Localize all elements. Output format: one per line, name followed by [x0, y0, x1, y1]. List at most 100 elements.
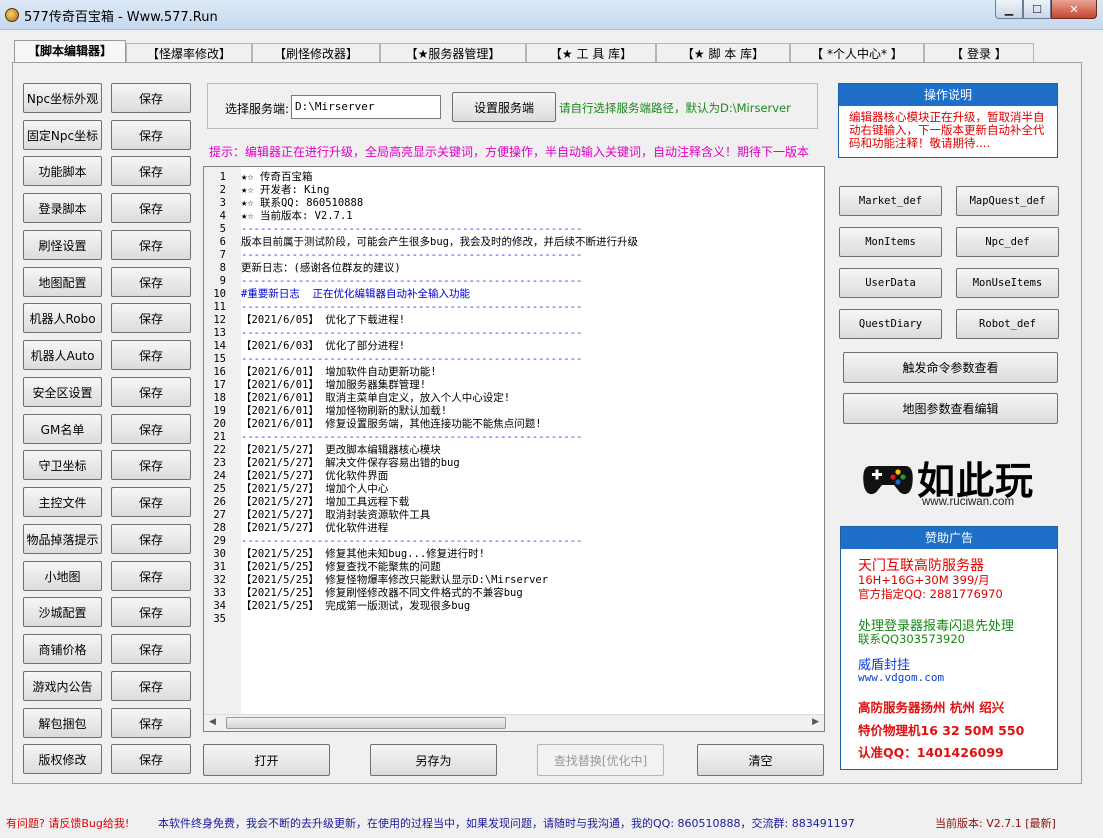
server-path-input[interactable]: D:\Mirserver	[291, 95, 441, 119]
line-number: 5	[219, 223, 226, 235]
ad-line[interactable]: www.vdgom.com	[858, 671, 944, 684]
function-script-button[interactable]: 功能脚本	[23, 156, 102, 186]
save-button[interactable]: 保存	[111, 744, 191, 774]
save-button[interactable]: 保存	[111, 303, 191, 333]
npc-def-button[interactable]: Npc_def	[956, 227, 1059, 257]
maximize-button[interactable]: ☐	[1023, 0, 1051, 19]
tab-drop-rate[interactable]: 【怪爆率修改】	[126, 43, 252, 64]
save-button[interactable]: 保存	[111, 230, 191, 260]
login-script-button[interactable]: 登录脚本	[23, 193, 102, 223]
save-button[interactable]: 保存	[111, 267, 191, 297]
fixed-npc-button[interactable]: 固定Npc坐标	[23, 120, 102, 150]
line-number: 1	[219, 171, 226, 183]
map-params-button[interactable]: 地图参数查看编辑	[843, 393, 1058, 424]
tab-spawn-editor[interactable]: 【刷怪修改器】	[252, 43, 380, 64]
code-line: 【2021/5/27】 解决文件保存容易出错的bug	[241, 457, 460, 469]
save-button[interactable]: 保存	[111, 377, 191, 407]
line-number: 25	[213, 483, 226, 495]
ruciwan-logo: 如此玩 www.ruciwan.com	[862, 448, 1042, 512]
line-number: 28	[213, 522, 226, 534]
code-line: 【2021/6/01】 增加软件自动更新功能!	[241, 366, 437, 378]
open-button[interactable]: 打开	[203, 744, 330, 776]
code-line: ----------------------------------------…	[241, 301, 583, 313]
castle-config-button[interactable]: 沙城配置	[23, 597, 102, 627]
code-area[interactable]: ★☆ 传奇百宝箱 ★☆ 开发者: King ★☆ 联系QQ: 860510888 ★☆…	[241, 167, 824, 715]
save-button[interactable]: 保存	[111, 487, 191, 517]
robot-auto-button[interactable]: 机器人Auto	[23, 340, 102, 370]
copyright-edit-button[interactable]: 版权修改	[23, 744, 102, 774]
mapquest-def-button[interactable]: MapQuest_def	[956, 186, 1059, 216]
robot-def-button[interactable]: Robot_def	[956, 309, 1059, 339]
save-button[interactable]: 保存	[111, 524, 191, 554]
save-button[interactable]: 保存	[111, 340, 191, 370]
scroll-left-icon[interactable]: ◀	[209, 717, 216, 727]
item-drop-hint-button[interactable]: 物品掉落提示	[23, 524, 102, 554]
code-line: 【2021/5/25】 修复其他未知bug...修复进行时!	[241, 548, 485, 560]
tab-login[interactable]: 【 登录 】	[924, 43, 1034, 64]
tab-server-manage[interactable]: 【★服务器管理】	[380, 43, 526, 64]
tab-personal-center[interactable]: 【 *个人中心* 】	[790, 43, 924, 64]
monitems-button[interactable]: MonItems	[839, 227, 942, 257]
clear-button[interactable]: 清空	[697, 744, 824, 776]
scrollbar-thumb[interactable]	[226, 717, 506, 729]
line-number: 12	[213, 314, 226, 326]
gm-list-button[interactable]: GM名单	[23, 414, 102, 444]
userdata-button[interactable]: UserData	[839, 268, 942, 298]
tab-script-editor[interactable]: 【脚本编辑器】	[14, 40, 126, 64]
tab-script-library[interactable]: 【★ 脚 本 库】	[656, 43, 790, 64]
save-button[interactable]: 保存	[111, 156, 191, 186]
questdiary-button[interactable]: QuestDiary	[839, 309, 942, 339]
save-button[interactable]: 保存	[111, 120, 191, 150]
save-button[interactable]: 保存	[111, 83, 191, 113]
line-number: 35	[213, 613, 226, 625]
ad-line[interactable]: 高防服务器扬州 杭州 绍兴	[858, 697, 1004, 716]
trigger-params-button[interactable]: 触发命令参数查看	[843, 352, 1058, 383]
save-button[interactable]: 保存	[111, 597, 191, 627]
save-button[interactable]: 保存	[111, 193, 191, 223]
minimap-button[interactable]: 小地图	[23, 561, 102, 591]
line-number: 4	[219, 210, 226, 222]
line-number: 26	[213, 496, 226, 508]
spawn-settings-button[interactable]: 刷怪设置	[23, 230, 102, 260]
line-number: 15	[213, 353, 226, 365]
code-line: 【2021/5/27】 取消封装资源软件工具	[241, 509, 431, 521]
code-line: ----------------------------------------…	[241, 353, 583, 365]
set-server-button[interactable]: 设置服务端	[452, 92, 556, 122]
find-replace-button: 查找替换[优化中]	[537, 744, 664, 776]
window-title: 577传奇百宝箱 - Www.577.Run	[24, 10, 218, 25]
scroll-right-icon[interactable]: ▶	[812, 717, 819, 727]
save-button[interactable]: 保存	[111, 671, 191, 701]
status-info: 本软件终身免费，我会不断的去升级更新，在使用的过程当中，如果发现问题，请随时与我…	[158, 817, 855, 830]
script-editor[interactable]: 1 2 3 4 5 6 7 8 9 10 11 12 13 14 15 16 17 18 19 20 21 22 23 24 2…	[203, 166, 825, 732]
save-button[interactable]: 保存	[111, 634, 191, 664]
close-button[interactable]: ✕	[1051, 0, 1097, 19]
code-line: 更新日志：(感谢各位群友的建议)	[241, 262, 401, 274]
save-as-button[interactable]: 另存为	[370, 744, 497, 776]
unpack-pack-button[interactable]: 解包捆包	[23, 708, 102, 738]
save-button[interactable]: 保存	[111, 414, 191, 444]
line-number: 27	[213, 509, 226, 521]
code-line: ----------------------------------------…	[241, 223, 583, 235]
line-number: 13	[213, 327, 226, 339]
code-line: 【2021/6/01】 增加服务器集群管理!	[241, 379, 427, 391]
map-config-button[interactable]: 地图配置	[23, 267, 102, 297]
minimize-button[interactable]: ▁	[995, 0, 1023, 19]
save-button[interactable]: 保存	[111, 561, 191, 591]
save-button[interactable]: 保存	[111, 708, 191, 738]
tab-toolbox[interactable]: 【★ 工 具 库】	[526, 43, 656, 64]
shop-price-button[interactable]: 商铺价格	[23, 634, 102, 664]
feedback-link[interactable]: 有问题? 请反馈Bug给我!	[6, 815, 129, 831]
ingame-notice-button[interactable]: 游戏内公告	[23, 671, 102, 701]
market-def-button[interactable]: Market_def	[839, 186, 942, 216]
operation-notes-title: 操作说明	[839, 84, 1057, 106]
main-control-file-button[interactable]: 主控文件	[23, 487, 102, 517]
horizontal-scrollbar[interactable]: ◀ ▶	[204, 714, 824, 731]
robot-robo-button[interactable]: 机器人Robo	[23, 303, 102, 333]
safe-zone-button[interactable]: 安全区设置	[23, 377, 102, 407]
monuseitems-button[interactable]: MonUseItems	[956, 268, 1059, 298]
guard-coords-button[interactable]: 守卫坐标	[23, 450, 102, 480]
code-line: 【2021/5/27】 优化软件界面	[241, 470, 389, 482]
npc-appearance-button[interactable]: Npc坐标外观	[23, 83, 102, 113]
save-button[interactable]: 保存	[111, 450, 191, 480]
line-number: 10	[213, 288, 226, 300]
